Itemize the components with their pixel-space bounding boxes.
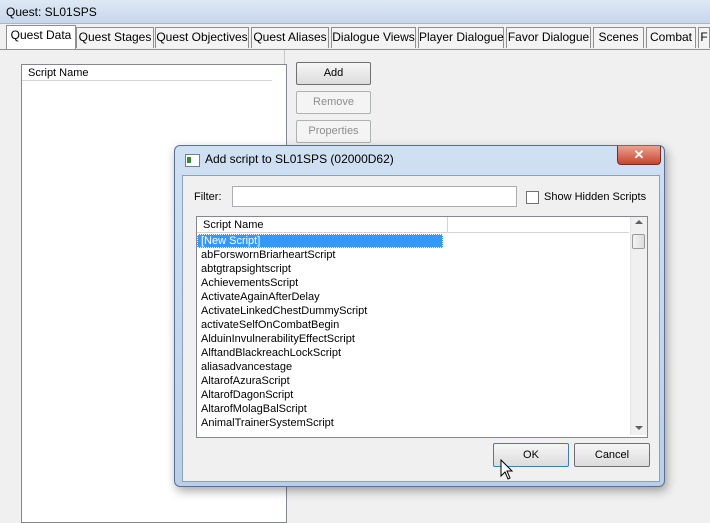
filter-input[interactable] [232, 186, 517, 207]
column-divider[interactable] [447, 217, 448, 233]
add-script-button[interactable]: Add [296, 62, 371, 85]
tab-quest-objectives[interactable]: Quest Objectives [155, 27, 249, 48]
script-name-column-header[interactable]: Script Name [197, 217, 629, 233]
script-list-item[interactable]: activateSelfOnCombatBegin [197, 318, 443, 332]
tab-dialogue-views[interactable]: Dialogue Views [331, 27, 416, 48]
close-icon: ✕ [633, 147, 645, 162]
scroll-thumb[interactable] [632, 234, 645, 249]
script-rows: [New Script] abForswornBriarheartScript ab… [197, 234, 629, 430]
properties-button[interactable]: Properties [296, 120, 371, 143]
dialog-body: Filter: Show Hidden Scripts Script Name … [182, 175, 660, 482]
script-name-column-header[interactable]: Script Name [22, 65, 272, 81]
remove-script-button[interactable]: Remove [296, 91, 371, 114]
script-list-item[interactable]: ActivateLinkedChestDummyScript [197, 304, 443, 318]
scroll-up-arrow-icon[interactable] [635, 220, 643, 224]
script-list-item[interactable]: AlftandBlackreachLockScript [197, 346, 443, 360]
tab-combat[interactable]: Combat [646, 27, 696, 48]
script-list-item[interactable]: AltarofMolagBalScript [197, 402, 443, 416]
close-button[interactable]: ✕ [617, 146, 661, 165]
script-list-item[interactable]: [New Script] [197, 234, 443, 248]
tab-favor-dialogue[interactable]: Favor Dialogue [506, 27, 591, 48]
script-list-item[interactable]: AltarofAzuraScript [197, 374, 443, 388]
window-title-bar[interactable]: Quest: SL01SPS [0, 0, 710, 24]
scroll-down-arrow-icon[interactable] [635, 426, 643, 430]
show-hidden-scripts-label[interactable]: Show Hidden Scripts [544, 191, 646, 203]
tab-quest-data[interactable]: Quest Data [6, 25, 76, 50]
script-list-item[interactable]: ActivateAgainAfterDelay [197, 290, 443, 304]
tab-quest-stages[interactable]: Quest Stages [76, 27, 154, 48]
script-list-item[interactable]: AchievementsScript [197, 276, 443, 290]
script-list-item[interactable]: abtgtrapsightscript [197, 262, 443, 276]
script-list-item[interactable]: AltarofDagonScript [197, 388, 443, 402]
mouse-pointer-icon [500, 459, 514, 480]
tab-strip: Quest Data Quest Stages Quest Objectives… [0, 24, 710, 50]
tab-scenes[interactable]: Scenes [593, 27, 644, 48]
tab-player-dialogue[interactable]: Player Dialogue [418, 27, 504, 48]
cancel-button[interactable]: Cancel [574, 443, 650, 467]
script-list-item[interactable]: aliasadvancestage [197, 360, 443, 374]
show-hidden-scripts-checkbox[interactable] [526, 191, 539, 204]
filter-label: Filter: [194, 191, 222, 203]
script-list-item[interactable]: AnimalTrainerSystemScript [197, 416, 443, 430]
dialog-title: Add script to SL01SPS (02000D62) [205, 152, 394, 166]
add-script-dialog: Add script to SL01SPS (02000D62) ✕ Filte… [174, 145, 665, 487]
script-list[interactable]: Script Name [New Script] abForswornBriarh… [196, 216, 648, 438]
script-list-item[interactable]: abForswornBriarheartScript [197, 248, 443, 262]
tab-quest-aliases[interactable]: Quest Aliases [251, 27, 329, 48]
tab-truncated[interactable]: F [698, 27, 710, 48]
window-title: Quest: SL01SPS [6, 5, 97, 19]
script-list-item[interactable]: AlduinInvulnerabilityEffectScript [197, 332, 443, 346]
app-window-icon [185, 154, 200, 167]
vertical-scrollbar[interactable] [630, 217, 647, 435]
